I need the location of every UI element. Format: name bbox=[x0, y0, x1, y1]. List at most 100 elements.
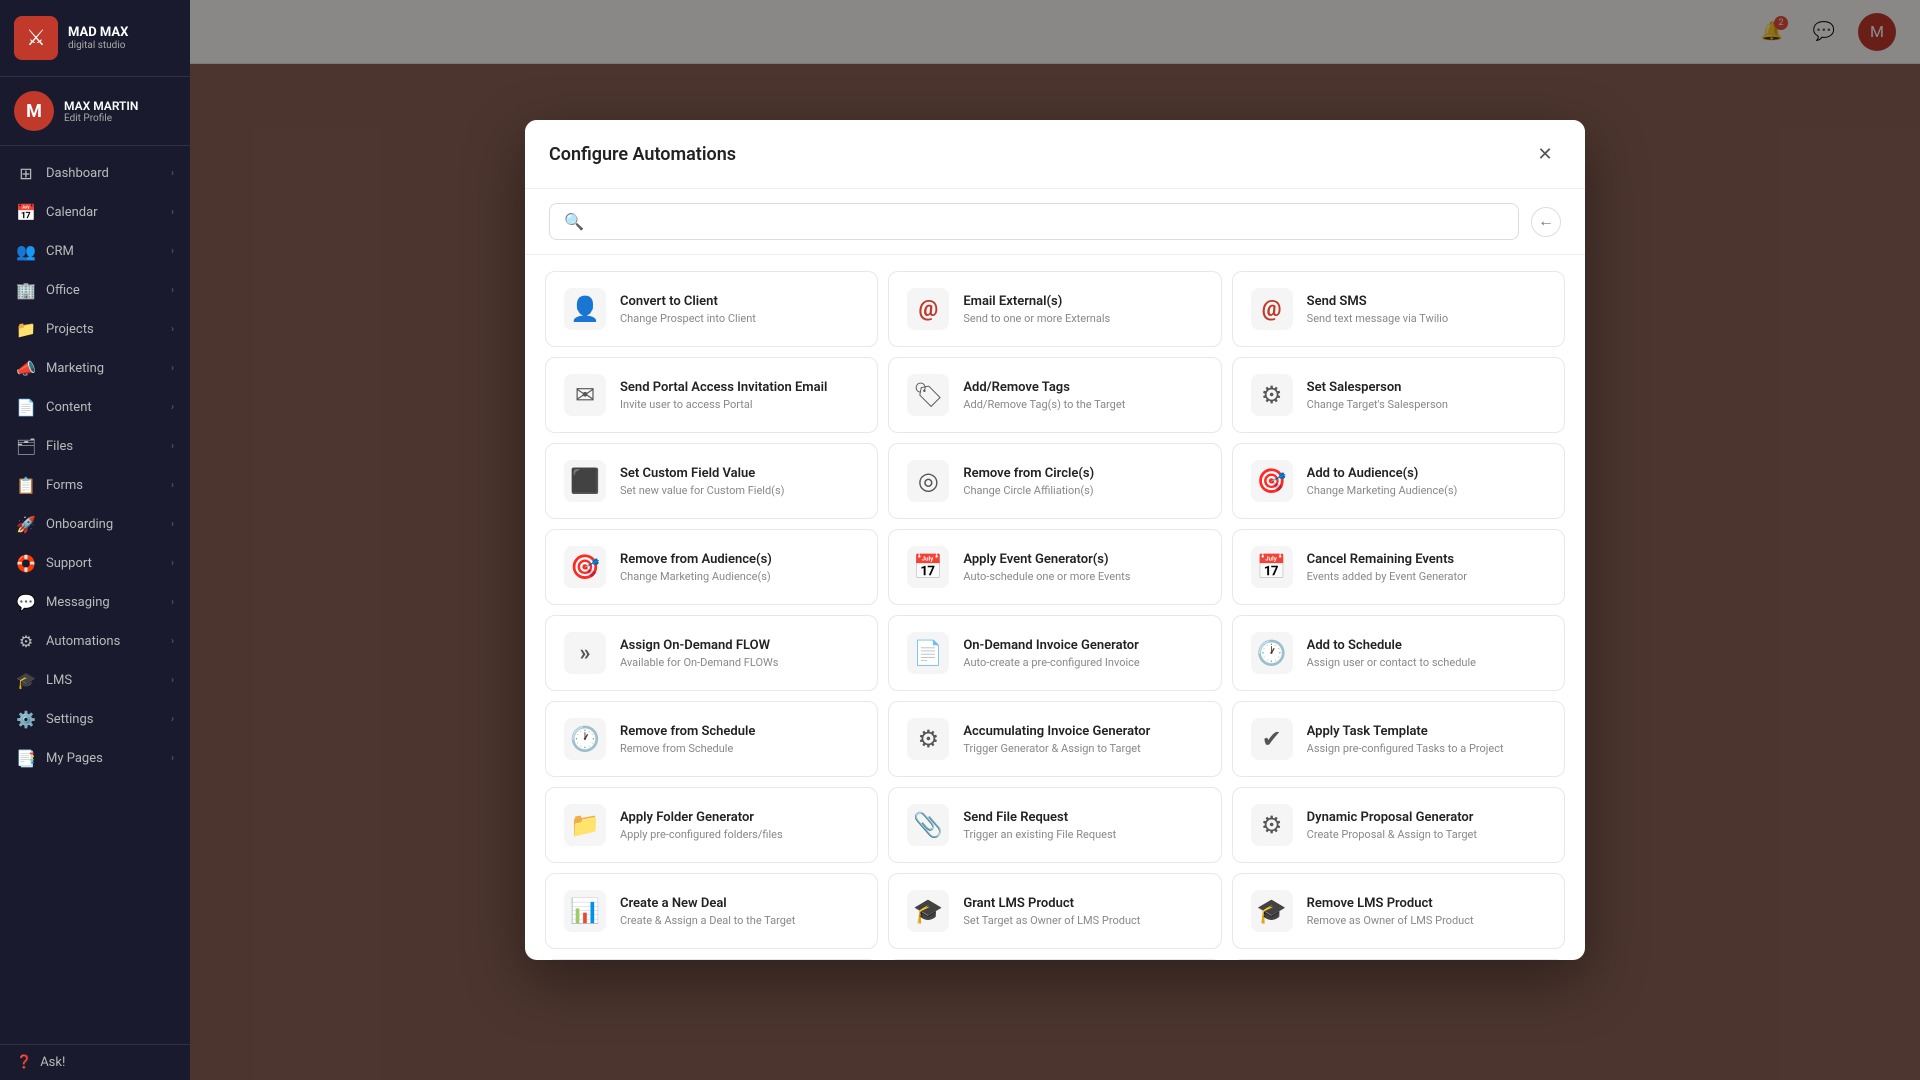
auto-card-accumulating-invoice-generator[interactable]: ⚙ Accumulating Invoice Generator Trigger… bbox=[888, 701, 1221, 777]
auto-card-on-demand-invoice-generator[interactable]: 📄 On-Demand Invoice Generator Auto-creat… bbox=[888, 615, 1221, 691]
auto-card-desc-set-salesperson: Change Target's Salesperson bbox=[1307, 398, 1546, 411]
auto-card-convert-to-client[interactable]: 👤 Convert to Client Change Prospect into… bbox=[545, 271, 878, 347]
marketing-icon: 📣 bbox=[16, 359, 36, 378]
sidebar-item-mypages[interactable]: 📑 My Pages › bbox=[0, 739, 190, 778]
auto-card-add-to-checklists[interactable]: ✔ Add to Checklists Assign Target to Che… bbox=[888, 959, 1221, 960]
nav-item-left-dashboard: ⊞ Dashboard bbox=[16, 164, 109, 183]
auto-card-remove-from-circles[interactable]: ◎ Remove from Circle(s) Change Circle Af… bbox=[888, 443, 1221, 519]
app-name: MAD MAX bbox=[68, 25, 128, 41]
auto-card-desc-send-file-request: Trigger an existing File Request bbox=[963, 828, 1202, 841]
auto-card-apply-event-generator[interactable]: 📅 Apply Event Generator(s) Auto-schedule… bbox=[888, 529, 1221, 605]
projects-arrow-icon: › bbox=[171, 324, 174, 335]
calendar-icon: 📅 bbox=[16, 203, 36, 222]
auto-card-remove-from-checklist[interactable]: ✔ Remove from Checklist Remove Target fr… bbox=[1232, 959, 1565, 960]
sidebar-item-forms[interactable]: 📋 Forms › bbox=[0, 466, 190, 505]
auto-card-dynamic-proposal-generator[interactable]: ⚙ Dynamic Proposal Generator Create Prop… bbox=[1232, 787, 1565, 863]
auto-card-desc-remove-from-audiences: Change Marketing Audience(s) bbox=[620, 570, 859, 583]
nav-item-left-lms: 🎓 LMS bbox=[16, 671, 72, 690]
auto-card-set-custom-field[interactable]: ⬛ Set Custom Field Value Set new value f… bbox=[545, 443, 878, 519]
sidebar-item-dashboard[interactable]: ⊞ Dashboard › bbox=[0, 154, 190, 193]
automations-icon: ⚙ bbox=[16, 632, 36, 651]
auto-card-desc-apply-task-template: Assign pre-configured Tasks to a Project bbox=[1307, 742, 1546, 755]
auto-card-remove-lms-product[interactable]: 🎓 Remove LMS Product Remove as Owner of … bbox=[1232, 873, 1565, 949]
auto-card-set-salesperson[interactable]: ⚙ Set Salesperson Change Target's Salesp… bbox=[1232, 357, 1565, 433]
nav-item-left-settings: ⚙️ Settings bbox=[16, 710, 93, 729]
auto-card-desc-set-custom-field: Set new value for Custom Field(s) bbox=[620, 484, 859, 497]
sidebar-item-lms[interactable]: 🎓 LMS › bbox=[0, 661, 190, 700]
auto-card-send-portal-access[interactable]: ✉ Send Portal Access Invitation Email In… bbox=[545, 357, 878, 433]
content-icon: 📄 bbox=[16, 398, 36, 417]
auto-card-grant-lms-product[interactable]: 🎓 Grant LMS Product Set Target as Owner … bbox=[888, 873, 1221, 949]
configure-automations-modal: Configure Automations ✕ 🔍 ← 👤 Convert to… bbox=[525, 120, 1585, 960]
sidebar-item-projects[interactable]: 📁 Projects › bbox=[0, 310, 190, 349]
sidebar-item-marketing[interactable]: 📣 Marketing › bbox=[0, 349, 190, 388]
auto-card-title-remove-from-audiences: Remove from Audience(s) bbox=[620, 552, 859, 567]
sidebar-item-settings[interactable]: ⚙️ Settings › bbox=[0, 700, 190, 739]
sidebar-item-content[interactable]: 📄 Content › bbox=[0, 388, 190, 427]
auto-card-webhook-notification[interactable]: 🔄 Webhook Notification Fire a webhook to… bbox=[545, 959, 878, 960]
lms-arrow-icon: › bbox=[171, 675, 174, 686]
auto-card-add-to-audiences[interactable]: 🎯 Add to Audience(s) Change Marketing Au… bbox=[1232, 443, 1565, 519]
messaging-icon: 💬 bbox=[16, 593, 36, 612]
auto-card-desc-create-new-deal: Create & Assign a Deal to the Target bbox=[620, 914, 859, 927]
content-arrow-icon: › bbox=[171, 402, 174, 413]
auto-card-icon-assign-on-demand-flow: » bbox=[564, 632, 606, 674]
auto-card-icon-email-externals: @ bbox=[907, 288, 949, 330]
modal-close-button[interactable]: ✕ bbox=[1529, 138, 1561, 170]
sidebar-item-messaging[interactable]: 💬 Messaging › bbox=[0, 583, 190, 622]
nav-item-left-office: 🏢 Office bbox=[16, 281, 80, 300]
auto-card-remove-from-schedule[interactable]: 🕐 Remove from Schedule Remove from Sched… bbox=[545, 701, 878, 777]
sidebar-logo: ⚔ MAD MAX digital studio bbox=[0, 0, 190, 77]
auto-card-send-file-request[interactable]: 📎 Send File Request Trigger an existing … bbox=[888, 787, 1221, 863]
edit-profile-link[interactable]: Edit Profile bbox=[64, 113, 138, 124]
main-content: 🔔 2 💬 M Configure Automations ✕ 🔍 ← bbox=[190, 0, 1920, 1080]
search-back-button[interactable]: ← bbox=[1531, 207, 1561, 237]
auto-card-title-send-portal-access: Send Portal Access Invitation Email bbox=[620, 380, 859, 395]
nav-item-left-content: 📄 Content bbox=[16, 398, 92, 417]
onboarding-arrow-icon: › bbox=[171, 519, 174, 530]
lms-icon: 🎓 bbox=[16, 671, 36, 690]
auto-card-cancel-remaining-events[interactable]: 📅 Cancel Remaining Events Events added b… bbox=[1232, 529, 1565, 605]
messaging-arrow-icon: › bbox=[171, 597, 174, 608]
sidebar-item-calendar[interactable]: 📅 Calendar › bbox=[0, 193, 190, 232]
auto-card-title-accumulating-invoice-generator: Accumulating Invoice Generator bbox=[963, 724, 1202, 739]
sidebar-label-dashboard: Dashboard bbox=[46, 166, 109, 181]
auto-card-send-sms[interactable]: @ Send SMS Send text message via Twilio bbox=[1232, 271, 1565, 347]
auto-card-icon-remove-from-schedule: 🕐 bbox=[564, 718, 606, 760]
auto-card-title-send-file-request: Send File Request bbox=[963, 810, 1202, 825]
auto-card-add-to-schedule[interactable]: 🕐 Add to Schedule Assign user or contact… bbox=[1232, 615, 1565, 691]
nav-item-left-automations: ⚙ Automations bbox=[16, 632, 120, 651]
sidebar-item-office[interactable]: 🏢 Office › bbox=[0, 271, 190, 310]
sidebar-item-onboarding[interactable]: 🚀 Onboarding › bbox=[0, 505, 190, 544]
auto-card-add-remove-tags[interactable]: 🏷 Add/Remove Tags Add/Remove Tag(s) to t… bbox=[888, 357, 1221, 433]
auto-card-desc-accumulating-invoice-generator: Trigger Generator & Assign to Target bbox=[963, 742, 1202, 755]
auto-card-create-new-deal[interactable]: 📊 Create a New Deal Create & Assign a De… bbox=[545, 873, 878, 949]
sidebar-label-calendar: Calendar bbox=[46, 205, 98, 220]
user-name: MAX MARTIN bbox=[64, 99, 138, 113]
auto-card-assign-on-demand-flow[interactable]: » Assign On-Demand FLOW Available for On… bbox=[545, 615, 878, 691]
sidebar-item-files[interactable]: 🗂 Files › bbox=[0, 427, 190, 466]
nav-item-left-messaging: 💬 Messaging bbox=[16, 593, 110, 612]
crm-icon: 👥 bbox=[16, 242, 36, 261]
auto-card-apply-folder-generator[interactable]: 📁 Apply Folder Generator Apply pre-confi… bbox=[545, 787, 878, 863]
sidebar-bottom-ask[interactable]: ❓ Ask! bbox=[0, 1044, 190, 1080]
auto-card-title-dynamic-proposal-generator: Dynamic Proposal Generator bbox=[1307, 810, 1546, 825]
auto-card-apply-task-template[interactable]: ✔ Apply Task Template Assign pre-configu… bbox=[1232, 701, 1565, 777]
sidebar-item-crm[interactable]: 👥 CRM › bbox=[0, 232, 190, 271]
auto-card-icon-apply-event-generator: 📅 bbox=[907, 546, 949, 588]
auto-card-icon-apply-folder-generator: 📁 bbox=[564, 804, 606, 846]
auto-card-icon-create-new-deal: 📊 bbox=[564, 890, 606, 932]
search-input[interactable] bbox=[594, 214, 1504, 230]
auto-card-desc-remove-from-schedule: Remove from Schedule bbox=[620, 742, 859, 755]
sidebar-item-automations[interactable]: ⚙ Automations › bbox=[0, 622, 190, 661]
auto-card-icon-send-portal-access: ✉ bbox=[564, 374, 606, 416]
automations-arrow-icon: › bbox=[171, 636, 174, 647]
auto-card-remove-from-audiences[interactable]: 🎯 Remove from Audience(s) Change Marketi… bbox=[545, 529, 878, 605]
auto-card-title-cancel-remaining-events: Cancel Remaining Events bbox=[1307, 552, 1546, 567]
auto-card-email-externals[interactable]: @ Email External(s) Send to one or more … bbox=[888, 271, 1221, 347]
sidebar-label-mypages: My Pages bbox=[46, 751, 103, 766]
auto-card-title-set-custom-field: Set Custom Field Value bbox=[620, 466, 859, 481]
sidebar-item-support[interactable]: 🛟 Support › bbox=[0, 544, 190, 583]
auto-card-title-convert-to-client: Convert to Client bbox=[620, 294, 859, 309]
auto-card-icon-cancel-remaining-events: 📅 bbox=[1251, 546, 1293, 588]
